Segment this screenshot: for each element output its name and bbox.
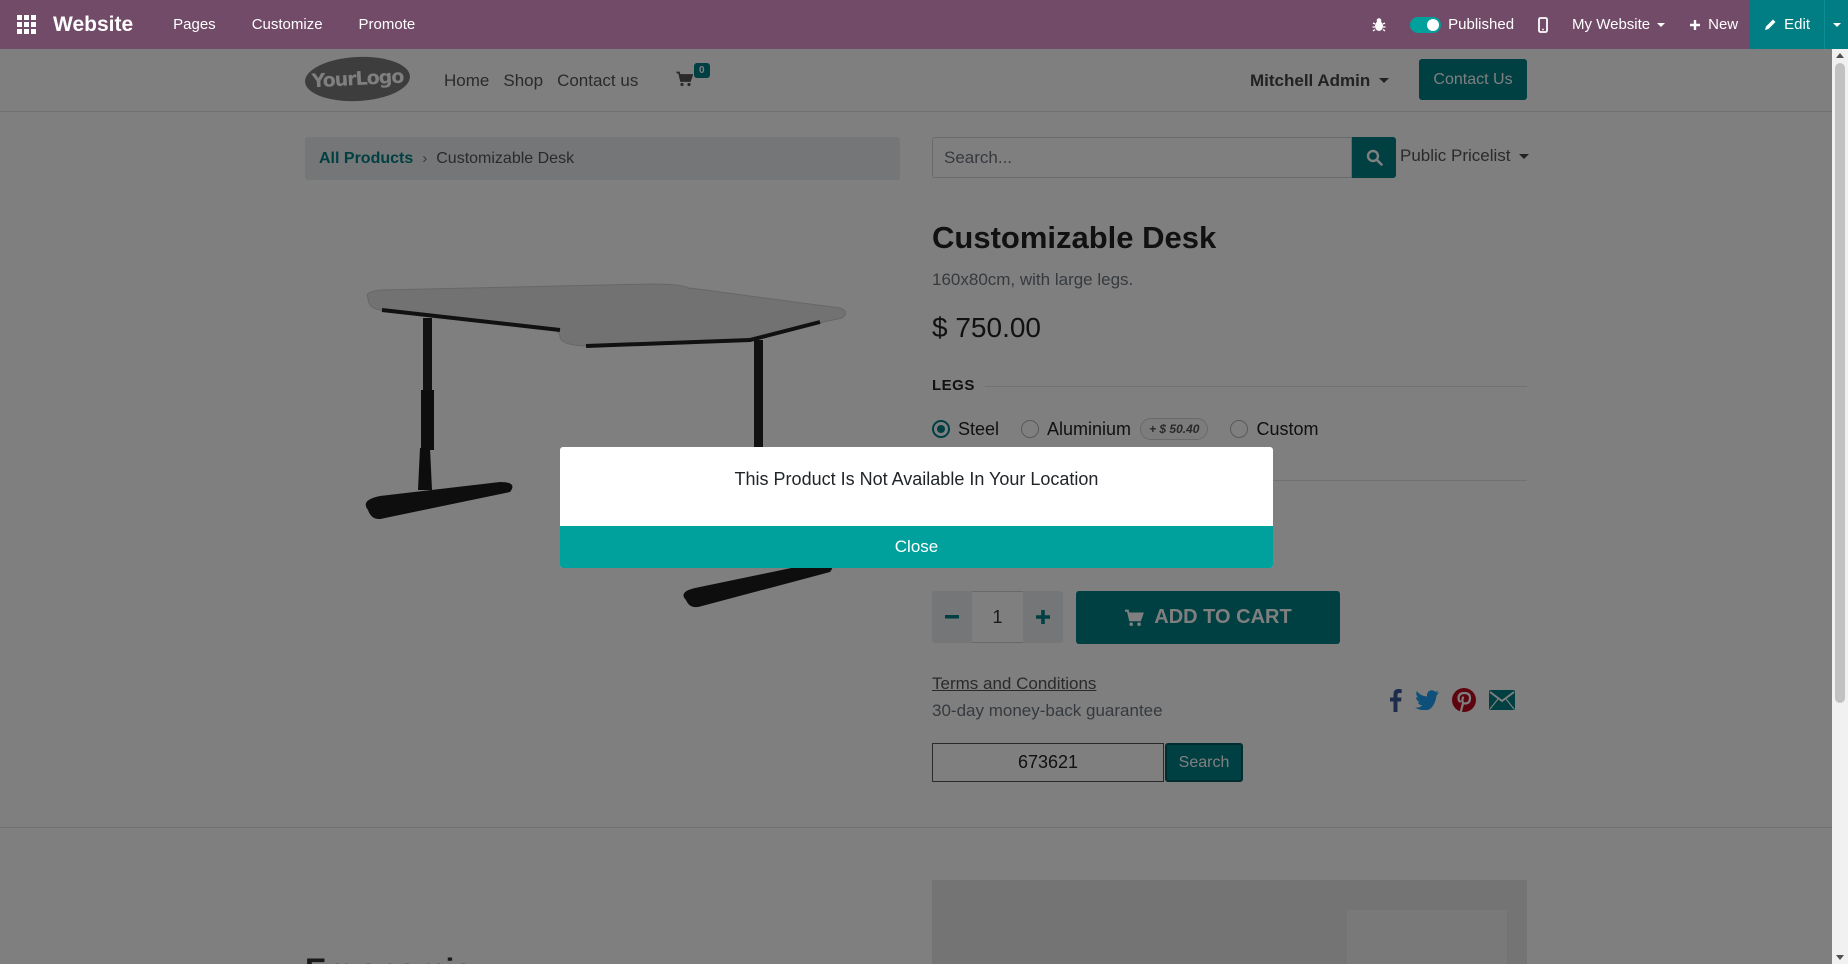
published-label: Published bbox=[1448, 16, 1515, 33]
website-switcher[interactable]: My Website bbox=[1560, 0, 1677, 49]
menu-customize[interactable]: Customize bbox=[234, 0, 341, 49]
scroll-thumb[interactable] bbox=[1835, 63, 1845, 703]
edit-button[interactable]: Edit bbox=[1750, 0, 1824, 49]
scroll-up-arrow[interactable] bbox=[1836, 53, 1844, 58]
page-scrollbar[interactable] bbox=[1832, 49, 1848, 964]
mobile-icon bbox=[1538, 16, 1548, 33]
bug-icon bbox=[1372, 18, 1386, 32]
pencil-icon bbox=[1765, 19, 1776, 30]
publish-toggle[interactable]: Published bbox=[1398, 0, 1526, 49]
toggle-switch[interactable] bbox=[1410, 16, 1442, 33]
edit-dropdown-toggle[interactable] bbox=[1824, 0, 1848, 49]
new-button[interactable]: New bbox=[1677, 0, 1750, 49]
mobile-preview-button[interactable] bbox=[1526, 0, 1560, 49]
edit-label: Edit bbox=[1784, 16, 1810, 33]
plus-icon bbox=[1690, 19, 1701, 30]
chevron-down-icon bbox=[1657, 22, 1666, 27]
scroll-down-arrow[interactable] bbox=[1836, 955, 1844, 960]
app-brand[interactable]: Website bbox=[53, 13, 133, 37]
modal-close-button[interactable]: Close bbox=[560, 526, 1273, 568]
debug-button[interactable] bbox=[1360, 0, 1398, 49]
website-label: My Website bbox=[1572, 16, 1651, 33]
apps-menu-button[interactable] bbox=[0, 0, 53, 49]
apps-icon bbox=[17, 15, 36, 34]
new-label: New bbox=[1708, 16, 1739, 33]
chevron-down-icon bbox=[1832, 22, 1841, 27]
modal-message: This Product Is Not Available In Your Lo… bbox=[734, 469, 1099, 489]
availability-modal: This Product Is Not Available In Your Lo… bbox=[560, 447, 1273, 568]
admin-navbar: Website Pages Customize Promote Publishe… bbox=[0, 0, 1848, 49]
menu-pages[interactable]: Pages bbox=[155, 0, 234, 49]
menu-promote[interactable]: Promote bbox=[341, 0, 434, 49]
